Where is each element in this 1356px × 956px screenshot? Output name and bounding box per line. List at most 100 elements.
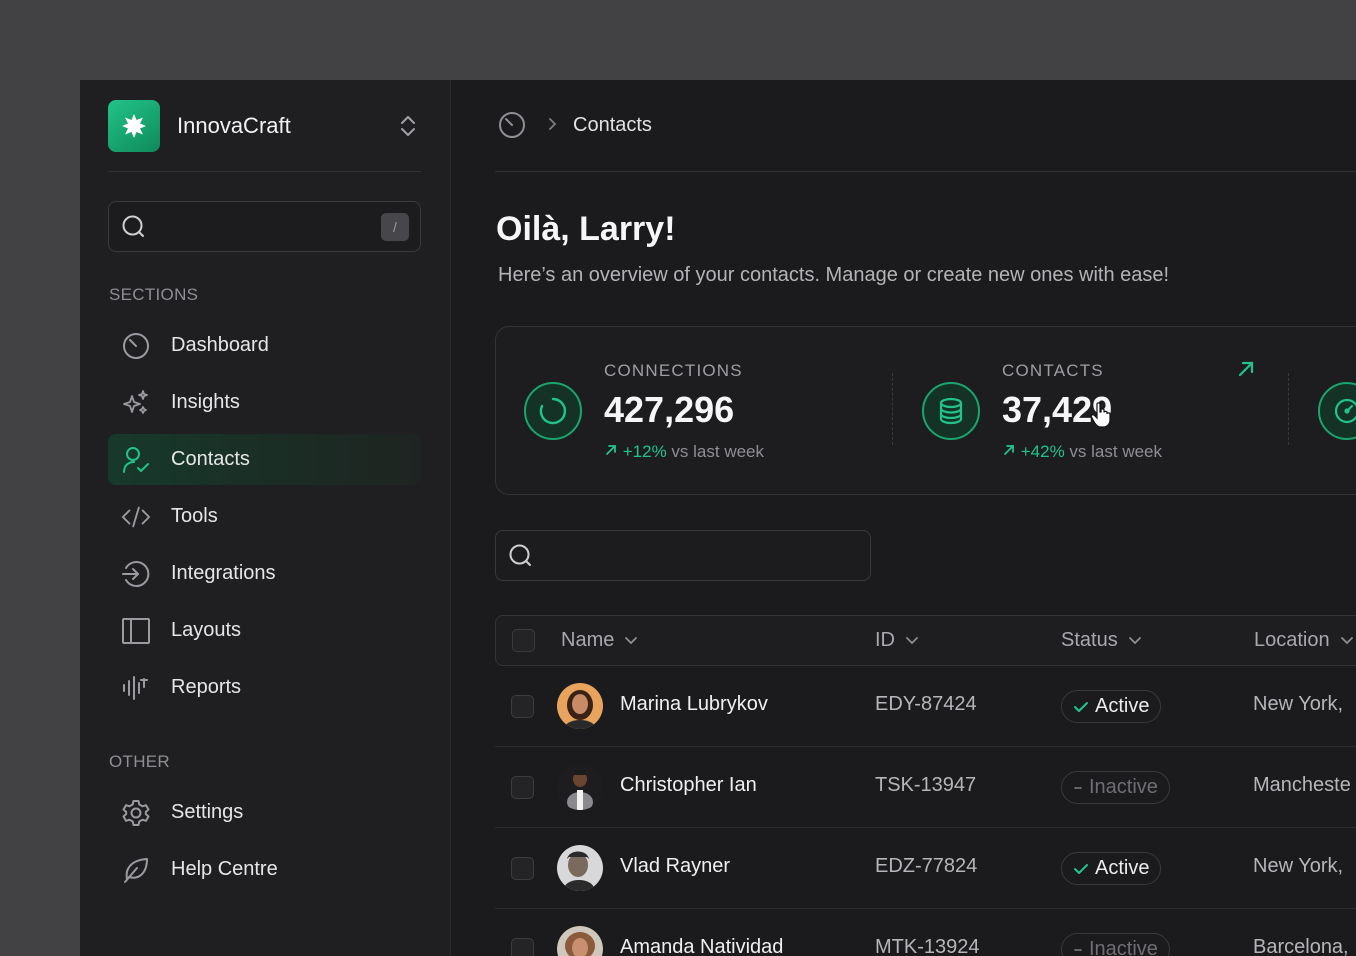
column-header-location[interactable]: Location: [1254, 629, 1354, 652]
row-checkbox[interactable]: [511, 776, 534, 799]
arrow-circle-icon: [121, 559, 151, 589]
check-icon: [1073, 862, 1089, 876]
sidebar-item-contacts[interactable]: Contacts: [108, 434, 421, 485]
column-label: Name: [561, 629, 615, 651]
chevron-down-icon: [905, 629, 919, 652]
avatar: [557, 845, 603, 891]
contact-location: Mancheste: [1253, 774, 1351, 796]
stat-delta-value: +12%: [622, 442, 667, 461]
column-header-id[interactable]: ID: [875, 629, 919, 652]
table-row[interactable]: Christopher Ian TSK-13947 Inactive Manch…: [495, 747, 1356, 828]
contact-name: Vlad Rayner: [620, 855, 731, 877]
row-checkbox[interactable]: [511, 938, 534, 956]
sidebar: InnovaCraft / SECTIONS Dashboard Insight…: [80, 80, 451, 956]
sidebar-layout-icon: [121, 616, 151, 646]
column-label: Location: [1254, 629, 1330, 651]
table-row[interactable]: Marina Lubrykov EDY-87424 Active New Yor…: [495, 666, 1356, 747]
stat-delta: +42% vs last week: [1002, 442, 1162, 462]
status-badge: Active: [1061, 690, 1162, 723]
arrow-up-right-icon: [1002, 442, 1016, 461]
contact-location: New York,: [1253, 693, 1344, 715]
sidebar-item-dashboard[interactable]: Dashboard: [108, 320, 421, 371]
chevron-down-icon: [1128, 629, 1142, 652]
avatar: [557, 683, 603, 729]
column-label: Status: [1061, 629, 1118, 651]
column-header-name[interactable]: Name: [561, 629, 638, 652]
sidebar-item-label: Settings: [171, 801, 244, 823]
sidebar-item-reports[interactable]: Reports: [108, 662, 421, 713]
row-checkbox[interactable]: [511, 695, 534, 718]
dashboard-gauge-icon: [121, 331, 151, 361]
contact-location: Barcelona,: [1253, 936, 1349, 956]
breadcrumb: Contacts: [495, 106, 652, 144]
sections-heading: SECTIONS: [109, 285, 199, 304]
avatar: [557, 926, 603, 956]
contacts-search-input[interactable]: [495, 530, 871, 581]
select-all-checkbox[interactable]: [512, 629, 535, 652]
sidebar-item-integrations[interactable]: Integrations: [108, 548, 421, 599]
sidebar-item-help-centre[interactable]: Help Centre: [108, 844, 421, 895]
contact-name: Amanda Natividad: [620, 936, 784, 956]
sidebar-item-label: Contacts: [171, 448, 250, 470]
sidebar-search-input[interactable]: /: [108, 201, 421, 252]
audio-bars-icon: [121, 673, 151, 703]
code-icon: [121, 502, 151, 532]
sidebar-item-insights[interactable]: Insights: [108, 377, 421, 428]
stat-divider: [892, 373, 893, 445]
workspace-name: InnovaCraft: [177, 113, 291, 138]
database-icon: [922, 382, 980, 440]
contact-id: EDY-87424: [875, 693, 977, 715]
sidebar-item-settings[interactable]: Settings: [108, 787, 421, 838]
leaf-icon: [121, 855, 151, 885]
stat-value: 427,296: [604, 389, 735, 430]
chevron-right-icon: [547, 115, 557, 136]
other-heading: OTHER: [109, 752, 170, 771]
contact-name: Christopher Ian: [620, 774, 757, 796]
sidebar-item-label: Tools: [171, 505, 218, 527]
sidebar-item-label: Insights: [171, 391, 240, 413]
dashboard-gauge-icon[interactable]: [495, 108, 529, 142]
table-row[interactable]: Amanda Natividad MTK-13924 Inactive Barc…: [495, 909, 1356, 956]
workspace-switcher[interactable]: InnovaCraft: [108, 100, 421, 152]
stat-label: CONNECTIONS: [604, 361, 743, 380]
trend-arrow-icon[interactable]: [1237, 360, 1255, 383]
avatar: [557, 764, 603, 810]
sidebar-divider: [108, 171, 421, 172]
stat-delta-value: +42%: [1020, 442, 1065, 461]
sidebar-item-tools[interactable]: Tools: [108, 491, 421, 542]
app-window: InnovaCraft / SECTIONS Dashboard Insight…: [80, 80, 1356, 956]
chevron-down-icon: [624, 629, 638, 652]
stat-delta: +12% vs last week: [604, 442, 764, 462]
chevron-up-down-icon[interactable]: [397, 114, 419, 138]
dash-icon: [1073, 781, 1083, 795]
hand-pointer-cursor-icon: [1090, 402, 1112, 433]
column-header-status[interactable]: Status: [1061, 629, 1142, 652]
main-content: Contacts Oilà, Larry! Here’s an overview…: [495, 80, 1356, 956]
status-label: Inactive: [1089, 938, 1158, 956]
column-label: ID: [875, 629, 895, 651]
table-header: Name ID Status Location: [495, 615, 1356, 666]
page-title: Oilà, Larry!: [496, 210, 676, 248]
sparkles-icon: [121, 388, 151, 418]
stat-label: CONTACTS: [1002, 361, 1104, 380]
table-row[interactable]: Vlad Rayner EDZ-77824 Active New York,: [495, 828, 1356, 909]
sidebar-item-label: Dashboard: [171, 334, 269, 356]
stat-delta-text: vs last week: [671, 442, 765, 461]
user-check-icon: [121, 445, 151, 475]
chevron-down-icon: [1340, 629, 1354, 652]
status-label: Inactive: [1089, 776, 1158, 798]
sidebar-item-label: Integrations: [171, 562, 276, 584]
loader-ring-icon: [524, 382, 582, 440]
page-subtitle: Here’s an overview of your contacts. Man…: [498, 264, 1170, 286]
stats-card: CONNECTIONS 427,296 +12% vs last week CO…: [495, 326, 1356, 495]
row-checkbox[interactable]: [511, 857, 534, 880]
stat-divider: [1288, 373, 1289, 445]
contact-id: TSK-13947: [875, 774, 977, 796]
sidebar-item-label: Help Centre: [171, 858, 278, 880]
status-badge: Inactive: [1061, 771, 1170, 804]
stat-delta-text: vs last week: [1069, 442, 1163, 461]
search-icon: [508, 543, 534, 574]
status-badge: Inactive: [1061, 933, 1170, 956]
status-label: Active: [1095, 695, 1150, 717]
sidebar-item-layouts[interactable]: Layouts: [108, 605, 421, 656]
